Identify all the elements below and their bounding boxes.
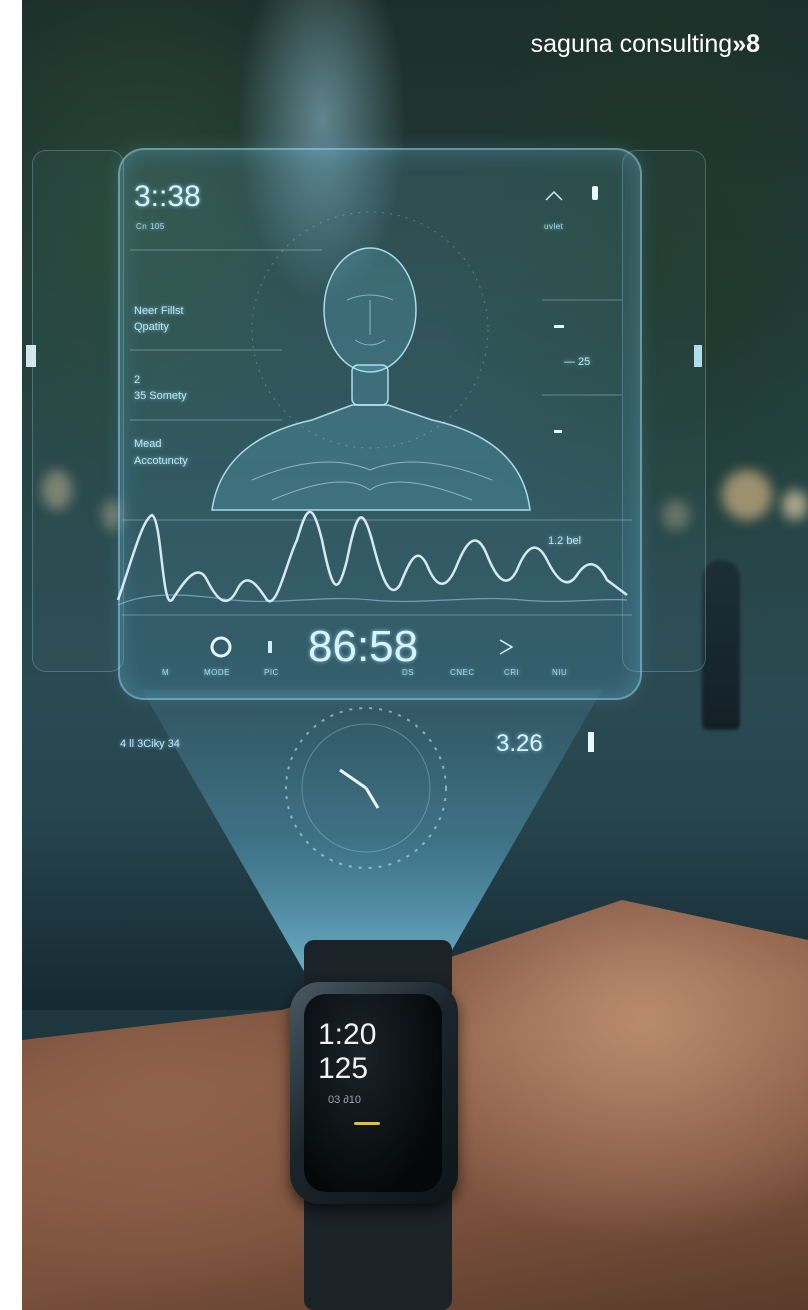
metric-1-label: Qpatity	[134, 321, 169, 333]
holo-right-readout: 1.2 bel	[548, 535, 582, 547]
metric-2-value: 2	[134, 374, 141, 386]
scene-background: 3::38 Cn 105 uvlet Neer Fillst Qpatity 2…	[22, 0, 808, 1310]
bottom-label: CRI	[504, 668, 520, 677]
bottom-label: CNEC	[450, 668, 475, 677]
brand-logo: saguna consulting»8	[531, 30, 760, 59]
holo-main-readout: 86:58	[308, 622, 419, 671]
metric-1-value: Neer Fillst	[134, 305, 184, 317]
watch-line-2: 125	[318, 1052, 369, 1085]
holo-lower-left: 4 ll 3Ciky 34	[120, 738, 180, 750]
bottom-label: DS	[402, 668, 415, 677]
metric-3-value: Mead	[134, 438, 162, 450]
bottom-label: MODE	[204, 668, 230, 677]
bottom-label: M	[162, 668, 170, 677]
bottom-label: PIC	[264, 668, 279, 677]
brand-logo-mark: »8	[732, 30, 760, 58]
left-border-strip	[0, 0, 22, 1310]
bottom-label: NIU	[552, 668, 568, 677]
holo-status-right: uvlet	[544, 222, 564, 231]
watch-indicator-bar	[354, 1122, 380, 1125]
metric-2-label: 35 Somety	[134, 390, 187, 402]
holo-right-small: — 25	[564, 356, 591, 368]
holo-bottom-labels: M MODE PIC DS CNEC CRI NIU	[142, 668, 592, 682]
watch-line-3: 03 ∂10	[328, 1094, 361, 1106]
brand-logo-text: saguna consulting	[530, 30, 733, 58]
holo-time: 3::38	[134, 180, 201, 213]
watch-line-1: 1:20	[318, 1018, 377, 1051]
metric-3-label: Accotuncty	[134, 455, 188, 467]
holo-time-sub: Cn 105	[136, 222, 165, 231]
holo-lower-right: 3.26	[496, 730, 543, 757]
